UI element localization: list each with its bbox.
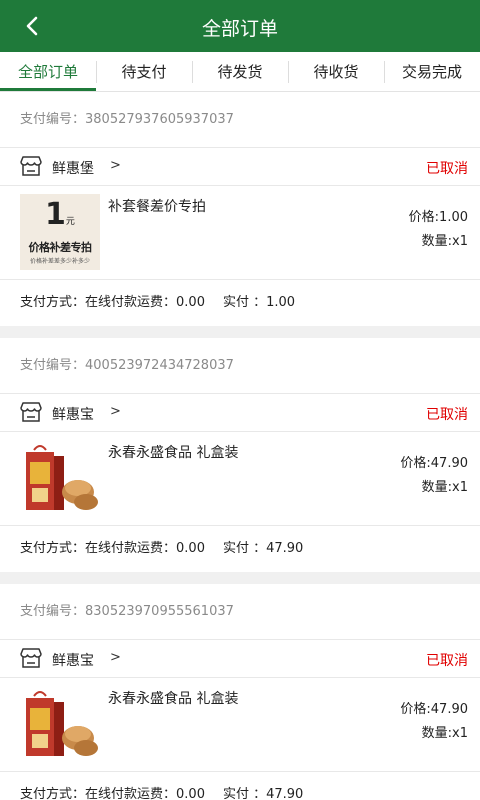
order-status: 已取消 [426,653,468,669]
tab-pending-shipment[interactable]: 待发货 [192,52,288,91]
payment-id-label: 支付编号： [20,112,86,127]
order-card: 支付编号：400523972434728037 鲜惠宝 > 已取消 永春永盛食品… [0,338,480,572]
product-price: 价格:47.90 [400,456,468,471]
payment-id: 380527937605937037 [85,112,234,127]
payment-id-label: 支付编号： [20,604,86,619]
shipping-fee: 运费：0.00 [137,295,205,310]
product-quantity: 数量:x1 [421,234,468,249]
product-name: 永春永盛食品 礼盒装 [108,691,239,707]
shop-name: 鲜惠宝 [52,407,94,423]
amount-paid: 实付 ：47.90 [222,541,304,556]
store-icon [20,402,42,422]
tab-pending-receipt[interactable]: 待收货 [288,52,384,91]
product-thumbnail: 1元 价格补差专拍 价格补差差多少补多少 [20,194,100,270]
shipping-fee: 运费：0.00 [137,787,205,800]
shop-row[interactable]: 鲜惠宝 > 已取消 [0,640,480,678]
product-name: 永春永盛食品 礼盒装 [108,445,239,461]
product-price: 价格:1.00 [408,210,468,225]
thumb-subcaption: 价格补差差多少补多少 [29,257,90,265]
chevron-right-icon: > [110,158,121,173]
product-price: 价格:47.90 [400,702,468,717]
shop-name: 鲜惠宝 [52,653,94,669]
tab-completed[interactable]: 交易完成 [384,52,480,91]
order-tabs: 全部订单 待支付 待发货 待收货 交易完成 [0,52,480,92]
payment-id-row: 支付编号：400523972434728037 [0,338,480,394]
payment-method: 支付方式：在线付款 [20,541,138,556]
app-header: 全部订单 [0,0,480,52]
order-item[interactable]: 永春永盛食品 礼盒装 价格:47.90 数量:x1 [0,432,480,526]
product-thumbnail [20,440,100,516]
shipping-fee: 运费：0.00 [137,541,205,556]
page-title: 全部订单 [201,18,278,40]
store-icon [20,648,42,668]
order-card: 支付编号：830523970955561037 鲜惠宝 > 已取消 永春永盛食品… [0,584,480,800]
product-thumbnail [20,686,100,762]
tab-all-orders[interactable]: 全部订单 [0,52,96,91]
payment-summary: 支付方式：在线付款运费：0.00 实付 ：47.90 [0,526,480,572]
product-quantity: 数量:x1 [421,726,468,741]
chevron-right-icon: > [110,650,121,665]
amount-paid: 实付 ：47.90 [222,787,304,800]
amount-paid: 实付 ：1.00 [222,295,296,310]
tab-pending-payment[interactable]: 待支付 [96,52,192,91]
payment-method: 支付方式：在线付款 [20,295,138,310]
order-card: 支付编号：380527937605937037 鲜惠堡 > 已取消 1元 价格补… [0,92,480,326]
shop-row[interactable]: 鲜惠堡 > 已取消 [0,148,480,186]
chevron-right-icon: > [110,404,121,419]
thumb-unit: 元 [65,216,75,227]
payment-id-row: 支付编号：380527937605937037 [0,92,480,148]
thumb-big-number: 1 [45,196,66,232]
payment-id: 830523970955561037 [85,604,234,619]
payment-id-row: 支付编号：830523970955561037 [0,584,480,640]
payment-method: 支付方式：在线付款 [20,787,138,800]
payment-id: 400523972434728037 [85,358,234,373]
order-item[interactable]: 永春永盛食品 礼盒装 价格:47.90 数量:x1 [0,678,480,772]
order-status: 已取消 [426,161,468,177]
payment-id-label: 支付编号： [20,358,86,373]
product-name: 补套餐差价专拍 [108,199,206,215]
thumb-caption: 价格补差专拍 [28,240,93,254]
payment-summary: 支付方式：在线付款运费：0.00 实付 ：1.00 [0,280,480,326]
payment-summary: 支付方式：在线付款运费：0.00 实付 ：47.90 [0,772,480,800]
order-list: 支付编号：380527937605937037 鲜惠堡 > 已取消 1元 价格补… [0,92,480,800]
order-status: 已取消 [426,407,468,423]
shop-name: 鲜惠堡 [52,161,94,177]
shop-row[interactable]: 鲜惠宝 > 已取消 [0,394,480,432]
product-quantity: 数量:x1 [421,480,468,495]
order-item[interactable]: 1元 价格补差专拍 价格补差差多少补多少 补套餐差价专拍 价格:1.00 数量:… [0,186,480,280]
store-icon [20,156,42,176]
